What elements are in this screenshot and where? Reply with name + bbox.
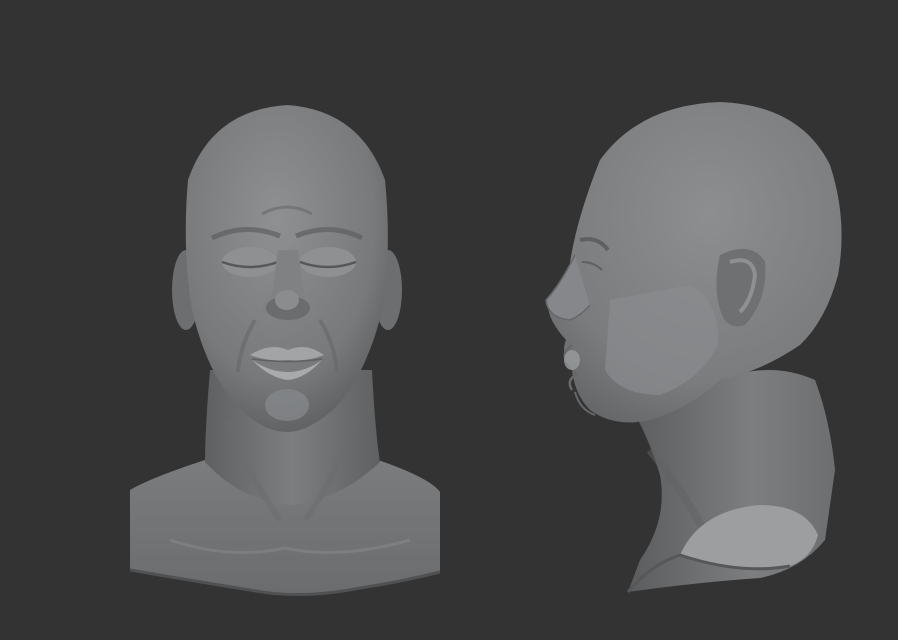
sculpt-viewport[interactable] [0, 0, 898, 640]
front-view-bust[interactable] [129, 105, 441, 597]
sculpt-canvas [129, 102, 842, 597]
side-view-bust[interactable] [545, 102, 842, 593]
